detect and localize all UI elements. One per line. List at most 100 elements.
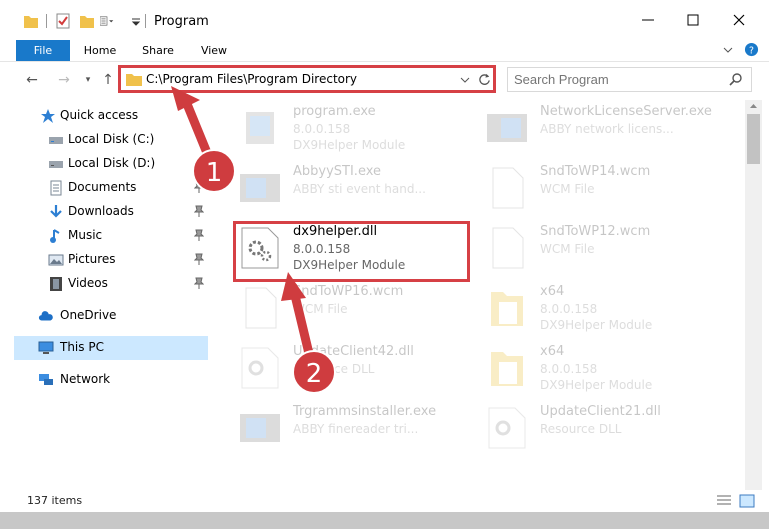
search-box[interactable] (507, 67, 752, 92)
file-item[interactable]: SndToWP14.wcm WCM File (483, 162, 719, 218)
sidebar-item-network[interactable]: Network (0, 368, 192, 392)
drive-icon (49, 161, 63, 168)
sidebar-item-videos[interactable]: Videos (16, 272, 208, 296)
scroll-thumb[interactable] (747, 114, 760, 164)
title-bar: Program (0, 0, 769, 40)
file-version: 8.0.0.158 (540, 302, 598, 316)
scroll-up-icon[interactable] (749, 102, 758, 110)
file-description: ABBY network licens... (540, 122, 674, 136)
file-description: DX9Helper Module (293, 138, 406, 152)
item-count: 137 items (27, 494, 83, 507)
file-item[interactable]: UpdateClient42.dll Resource DLL (236, 342, 472, 398)
forward-icon[interactable]: → (54, 70, 74, 90)
ribbon-tabs: File Home Share View ? (0, 40, 769, 62)
sidebar-item-onedrive[interactable]: OneDrive (0, 304, 192, 328)
pictures-icon (48, 254, 64, 266)
new-folder-icon[interactable] (80, 13, 94, 29)
file-item[interactable]: NetworkLicenseServer.exe ABBY network li… (483, 102, 719, 158)
chevron-down-icon[interactable] (722, 44, 734, 56)
folder-dll-icon (491, 352, 523, 386)
sidebar-item-label: Quick access (60, 108, 139, 122)
file-item[interactable]: SndToWP12.wcm WCM File (483, 222, 719, 278)
sidebar-item-downloads[interactable]: Downloads (16, 200, 208, 224)
file-version: 8.0.0.158 (540, 362, 598, 376)
properties-icon[interactable] (56, 13, 70, 29)
music-icon (50, 229, 60, 243)
tab-home[interactable]: Home (78, 40, 122, 61)
sidebar-item-documents[interactable]: Documents (16, 176, 208, 200)
customize-toolbar-icon[interactable] (129, 13, 143, 29)
file-name: SndToWP12.wcm (540, 224, 651, 239)
drive-icon (49, 137, 63, 144)
file-item[interactable]: program.exe 8.0.0.158 DX9Helper Module (236, 102, 472, 158)
file-type: WCM File (540, 242, 595, 256)
star-icon (41, 109, 55, 123)
sidebar-item-label: Documents (68, 180, 137, 194)
pin-icon[interactable] (194, 205, 204, 217)
sidebar-item-local-disk-d[interactable]: Local Disk (D:) (16, 152, 208, 176)
tab-file[interactable]: File (16, 40, 70, 61)
sidebar-item-label: Videos (68, 276, 108, 290)
vertical-scrollbar[interactable] (745, 100, 762, 490)
sidebar-item-label: Local Disk (D:) (68, 156, 156, 170)
file-name: program.exe (293, 104, 376, 119)
step-1-badge: 1 (192, 149, 236, 193)
back-icon[interactable]: ← (22, 70, 42, 90)
sidebar-item-music[interactable]: Music (16, 224, 208, 248)
up-icon[interactable]: ↑ (98, 70, 118, 90)
sidebar-item-quick-access[interactable]: Quick access (0, 104, 192, 128)
file-description: ABBY finereader tri... (293, 422, 419, 436)
sidebar-item-label: OneDrive (60, 308, 117, 322)
large-icons-view-icon[interactable] (739, 494, 755, 508)
sidebar-item-label: Music (68, 228, 103, 242)
videos-icon (50, 277, 62, 291)
exe-icon (240, 174, 280, 202)
file-description: DX9Helper Module (540, 378, 653, 392)
file-type: WCM File (540, 182, 595, 196)
sidebar-item-label: Downloads (68, 204, 134, 218)
sidebar-item-this-pc[interactable]: This PC (14, 336, 208, 360)
download-icon (50, 205, 62, 218)
file-icon (492, 227, 524, 269)
file-list: program.exe 8.0.0.158 DX9Helper Module N… (212, 100, 745, 490)
close-icon[interactable] (727, 8, 751, 32)
file-item[interactable]: x64 8.0.0.158 DX9Helper Module (483, 342, 719, 398)
pin-icon[interactable] (194, 253, 204, 265)
file-item[interactable]: SndToWP16.wcm WCM File (236, 282, 472, 338)
step-2-badge: 2 (292, 350, 336, 394)
status-bar: 137 items (0, 490, 769, 512)
search-input[interactable] (514, 71, 719, 87)
file-name: Trgrammsinstaller.exe (293, 404, 437, 419)
help-icon[interactable]: ? (744, 42, 759, 57)
navigation-pane: Quick access Local Disk (C:) Local Disk … (0, 100, 208, 490)
file-description: DX9Helper Module (540, 318, 653, 332)
recent-locations-icon[interactable]: ▾ (78, 70, 98, 90)
svg-text:?: ? (749, 45, 754, 56)
file-item[interactable]: Trgrammsinstaller.exe ABBY finereader tr… (236, 402, 472, 458)
file-description: Resource DLL (540, 422, 622, 436)
pin-icon[interactable] (194, 277, 204, 289)
file-name: SndToWP16.wcm (293, 284, 404, 299)
sidebar-item-label: Pictures (68, 252, 116, 266)
tab-view[interactable]: View (193, 40, 235, 61)
maximize-icon[interactable] (681, 8, 705, 32)
file-item[interactable]: x64 8.0.0.158 DX9Helper Module (483, 282, 719, 338)
window-title: Program (154, 14, 209, 29)
sidebar-item-local-disk-c[interactable]: Local Disk (C:) (16, 128, 208, 152)
tab-share[interactable]: Share (136, 40, 180, 61)
dll-icon (241, 347, 279, 389)
pin-icon[interactable] (194, 229, 204, 241)
folder-icon (24, 16, 38, 28)
file-item[interactable]: AbbyySTI.exe ABBY sti event hand... (236, 162, 472, 218)
sidebar-item-pictures[interactable]: Pictures (16, 248, 208, 272)
minimize-icon[interactable] (636, 8, 660, 32)
file-name: SndToWP14.wcm (540, 164, 651, 179)
quick-access-toolbar-icon[interactable] (100, 13, 114, 29)
file-item[interactable]: UpdateClient21.dll Resource DLL (483, 402, 719, 458)
file-icon (245, 287, 277, 329)
sidebar-item-label: Network (60, 372, 111, 386)
bottom-edge (0, 512, 769, 529)
details-view-icon[interactable] (716, 494, 732, 508)
search-icon[interactable] (729, 72, 743, 86)
file-type: WCM File (293, 302, 348, 316)
